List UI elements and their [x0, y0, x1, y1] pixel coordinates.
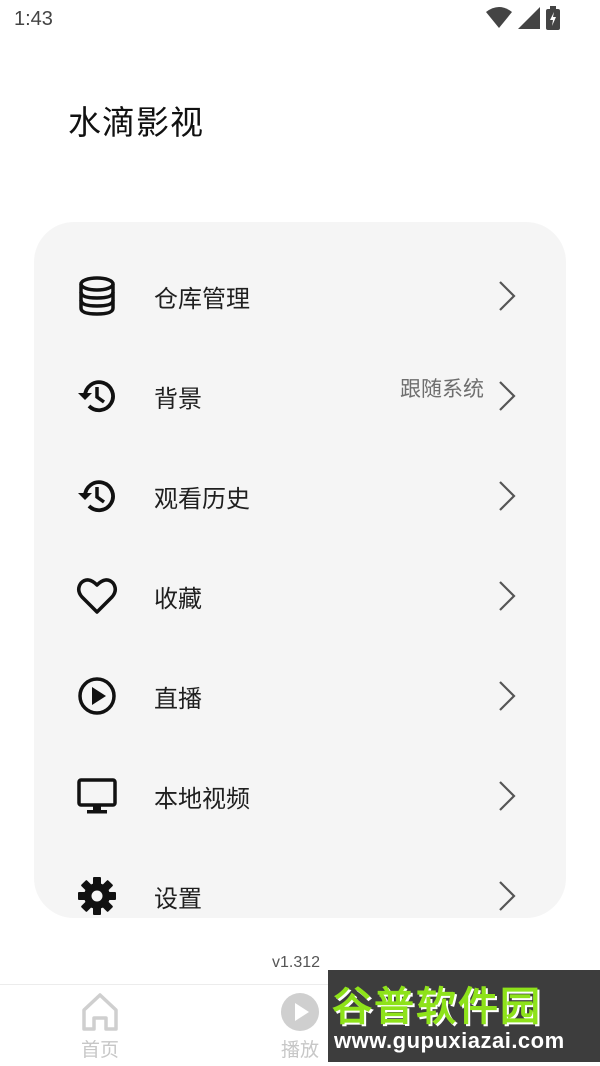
watermark-url: www.gupuxiazai.com	[334, 1028, 565, 1053]
menu-item-background[interactable]: 背景 跟随系统	[34, 349, 566, 449]
app-version: v1.312	[272, 954, 321, 971]
monitor-icon	[76, 775, 118, 817]
menu-item-label: 观看历史	[154, 485, 250, 513]
chevron-right-icon	[496, 379, 518, 413]
menu-item-label: 背景	[154, 385, 202, 413]
chevron-right-icon	[496, 279, 518, 313]
app-title: 水滴影视	[68, 103, 204, 142]
menu-item-label: 直播	[154, 685, 202, 713]
chevron-right-icon	[496, 579, 518, 613]
chevron-right-icon	[496, 879, 518, 913]
status-time: 1:43	[14, 8, 53, 30]
database-icon	[76, 275, 118, 317]
menu-item-favorites[interactable]: 收藏	[34, 549, 566, 649]
gear-icon	[76, 875, 118, 917]
nav-tab-label: 首页	[80, 1039, 119, 1061]
menu-item-label: 设置	[154, 885, 202, 913]
play-circle-icon	[76, 675, 118, 717]
play-icon	[278, 991, 322, 1033]
cellular-signal-icon	[518, 7, 540, 33]
background-mode-value: 跟随系统	[400, 377, 484, 401]
heart-icon	[76, 575, 118, 617]
nav-tab-home[interactable]: 首页	[60, 991, 140, 1063]
wifi-icon	[486, 7, 512, 33]
menu-item-repository[interactable]: 仓库管理	[34, 249, 566, 349]
screen: 1:43 水滴影视 仓库管理 背景 跟随系统 观看历史 收藏 直播 本地视频 设…	[0, 0, 600, 1066]
menu-item-label: 收藏	[154, 585, 202, 613]
home-icon	[78, 991, 122, 1033]
history-icon	[76, 375, 118, 417]
history-icon	[76, 475, 118, 517]
menu-item-live[interactable]: 直播	[34, 649, 566, 749]
menu-item-settings[interactable]: 设置	[34, 849, 566, 918]
watermark-title: 谷普软件园	[332, 984, 542, 1030]
menu-item-label: 本地视频	[154, 785, 250, 813]
status-icons	[486, 6, 560, 34]
site-watermark: 谷普软件园 www.gupuxiazai.com	[328, 970, 600, 1062]
menu-item-label: 仓库管理	[154, 285, 250, 313]
chevron-right-icon	[496, 779, 518, 813]
menu-item-watch-history[interactable]: 观看历史	[34, 449, 566, 549]
battery-charging-icon	[546, 6, 560, 34]
chevron-right-icon	[496, 679, 518, 713]
menu-item-local-video[interactable]: 本地视频	[34, 749, 566, 849]
status-bar: 1:43	[0, 0, 600, 40]
chevron-right-icon	[496, 479, 518, 513]
menu-card: 仓库管理 背景 跟随系统 观看历史 收藏 直播 本地视频 设置	[34, 222, 566, 918]
